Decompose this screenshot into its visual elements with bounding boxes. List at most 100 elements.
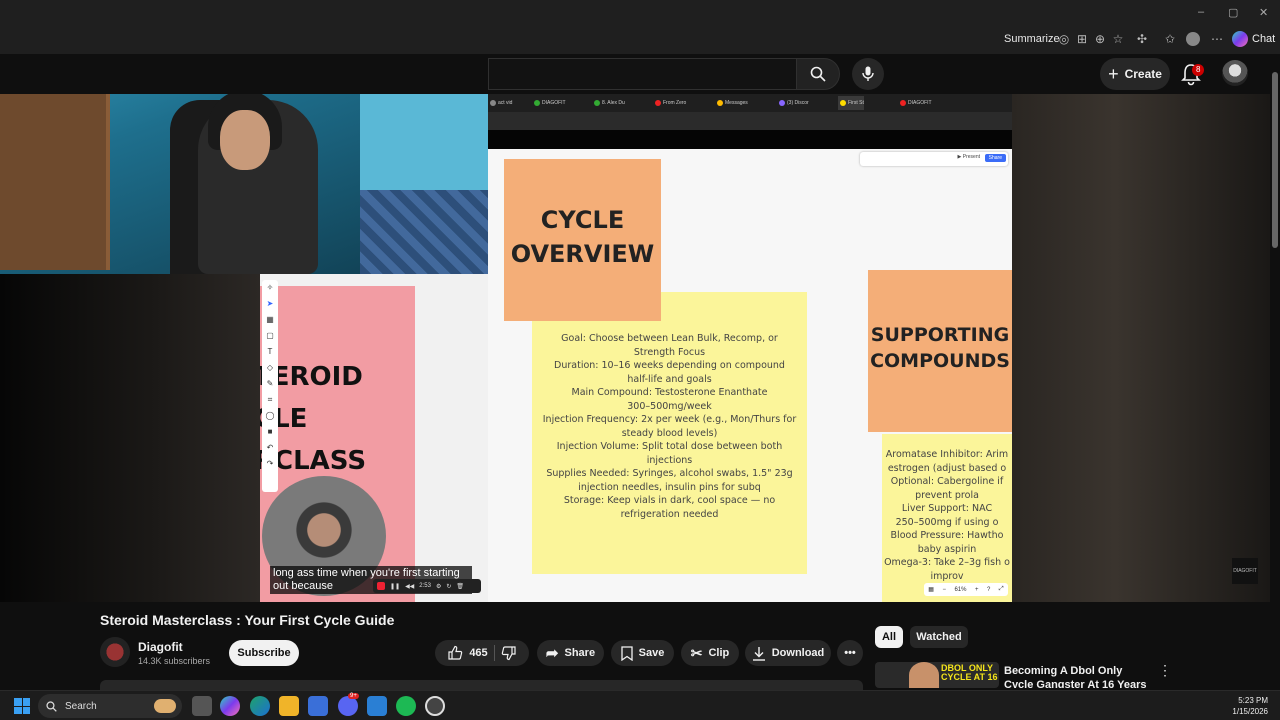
shapes-icon: ◇ bbox=[266, 363, 274, 372]
subscribe-button[interactable]: Subscribe bbox=[229, 640, 299, 666]
note-line: baby aspirin bbox=[917, 543, 977, 555]
restart-icon: ↻ bbox=[446, 583, 452, 590]
save-button[interactable]: Save bbox=[611, 640, 674, 666]
profile-avatar[interactable] bbox=[1186, 32, 1200, 46]
grid-icon: ■ bbox=[267, 427, 273, 436]
recommended-video-title[interactable]: Becoming A Dbol Only Cycle Gangster At 1… bbox=[1004, 664, 1154, 688]
pen-icon: ✎ bbox=[266, 379, 274, 388]
microphone-icon bbox=[862, 66, 874, 81]
zoom-icon[interactable]: ⊕ bbox=[1093, 32, 1107, 46]
recorded-tab-active: First St bbox=[838, 96, 864, 110]
minimap-icon: ▦ bbox=[928, 587, 934, 593]
recorded-browser-tabs: act vid DIAGOFIT 8. Alex Du From Zero Me… bbox=[488, 94, 1012, 112]
more-menu-icon[interactable]: ⋯ bbox=[1210, 32, 1224, 46]
close-window-button[interactable]: ✕ bbox=[1259, 6, 1268, 19]
search-input[interactable] bbox=[488, 58, 796, 90]
whiteboard-tool-palette: ✧ ➤ ▦ ▢ T ◇ ✎ ⌗ ◯ ■ ↶ ↷ bbox=[262, 280, 278, 492]
split-screen-icon[interactable]: ⊞ bbox=[1075, 32, 1089, 46]
more-vertical-icon[interactable]: ⋮ bbox=[1158, 662, 1172, 679]
recorded-tab: DIAGOFIT bbox=[898, 96, 932, 110]
account-avatar[interactable] bbox=[1222, 60, 1248, 86]
copilot-logo-icon bbox=[1232, 31, 1248, 47]
copilot-app-icon[interactable] bbox=[220, 696, 240, 716]
channel-watermark[interactable]: DIAGOFIT bbox=[1232, 558, 1258, 584]
summarize-button[interactable]: Summarize bbox=[1004, 33, 1060, 45]
description-box[interactable] bbox=[100, 680, 863, 690]
note-line: 300–500mg/week bbox=[627, 400, 712, 412]
clock[interactable]: 5:23 PM 1/15/2026 bbox=[1224, 695, 1268, 717]
magic-tool-icon: ✧ bbox=[266, 283, 274, 292]
note-title-line: SUPPORTING bbox=[870, 324, 1010, 346]
filter-chip-all[interactable]: All bbox=[875, 626, 903, 648]
share-arrow-icon: ➦ bbox=[545, 645, 559, 662]
redo-icon: ↷ bbox=[266, 459, 274, 468]
streamer-face bbox=[220, 110, 270, 170]
note-line: Optional: Cabergoline if bbox=[890, 476, 1004, 487]
recorded-tab: Messages bbox=[715, 96, 748, 110]
extensions-icon[interactable]: ✣ bbox=[1135, 32, 1149, 46]
video-background-right bbox=[1012, 94, 1270, 602]
video-player[interactable]: act vid DIAGOFIT 8. Alex Du From Zero Me… bbox=[0, 94, 1270, 602]
video-title: Steroid Masterclass : Your First Cycle G… bbox=[100, 612, 395, 628]
note-line: Liver Support: NAC bbox=[901, 503, 993, 514]
supporting-compounds-note: Aromatase Inhibitor: Arim estrogen (adju… bbox=[882, 434, 1012, 602]
note-line: injections bbox=[646, 454, 693, 466]
edge-browser-icon[interactable] bbox=[250, 696, 270, 716]
thumbs-down-icon[interactable] bbox=[501, 645, 517, 661]
scrollbar-thumb[interactable] bbox=[1272, 72, 1278, 248]
comment-icon: ◯ bbox=[265, 411, 275, 420]
more-horizontal-icon: ••• bbox=[844, 647, 856, 659]
minimize-button[interactable]: – bbox=[1198, 6, 1204, 18]
plus-icon: + bbox=[1108, 63, 1119, 84]
more-actions-button[interactable]: ••• bbox=[837, 640, 863, 666]
share-button[interactable]: ➦ Share bbox=[537, 640, 604, 666]
file-explorer-icon[interactable] bbox=[279, 696, 299, 716]
note-line: Main Compound: Testosterone Enanthate bbox=[571, 387, 768, 398]
windows-start-icon[interactable] bbox=[14, 698, 30, 714]
voice-search-button[interactable] bbox=[852, 58, 884, 90]
note-line: Injection Frequency: 2x per week (e.g., … bbox=[542, 414, 797, 425]
note-line: Omega-3: Take 2–3g fish o bbox=[884, 557, 1010, 568]
crop-icon: ⌗ bbox=[267, 395, 273, 404]
streamer-webcam bbox=[0, 94, 488, 274]
recorded-tab: 8. Alex Du bbox=[592, 96, 625, 110]
settings-icon: ⚙ bbox=[435, 583, 442, 590]
note-line: 250–500mg if using o bbox=[895, 516, 999, 528]
download-button[interactable]: Download bbox=[745, 640, 831, 666]
note-line: Goal: Choose between Lean Bulk, Recomp, … bbox=[561, 333, 778, 344]
discord-icon[interactable] bbox=[338, 696, 358, 716]
note-line: refrigeration needed bbox=[620, 508, 719, 520]
note-line: improv bbox=[930, 570, 964, 582]
maximize-button[interactable]: ▢ bbox=[1228, 6, 1238, 19]
search-highlight-icon bbox=[154, 699, 176, 713]
spotify-icon[interactable] bbox=[396, 696, 416, 716]
taskbar-search[interactable]: Search bbox=[38, 694, 182, 718]
recording-controls: ❚❚ ◀◀ 2:53 ⚙ ↻ 🗑 bbox=[373, 579, 481, 593]
cycle-overview-title-note-front: CYCLE OVERVIEW bbox=[504, 159, 661, 321]
note-line: Supplies Needed: Syringes, alcohol swabs… bbox=[546, 468, 793, 479]
page-scrollbar[interactable] bbox=[1270, 54, 1280, 690]
bookshelf bbox=[0, 94, 110, 270]
favorite-star-icon[interactable]: ☆ bbox=[1111, 32, 1125, 46]
thumbs-up-icon[interactable] bbox=[447, 645, 463, 661]
recommended-video-thumbnail[interactable]: DBOL ONLY CYCLE AT 16 bbox=[875, 662, 999, 688]
note-title-line: OVERVIEW bbox=[510, 240, 655, 268]
filter-chip-watched[interactable]: Watched bbox=[910, 626, 968, 648]
copilot-icon[interactable]: ◎ bbox=[1057, 32, 1071, 46]
favorites-icon[interactable]: ✩ bbox=[1163, 32, 1177, 46]
copilot-chat-button[interactable]: Chat bbox=[1232, 31, 1275, 47]
obs-studio-icon[interactable] bbox=[425, 696, 445, 716]
photo-editor-icon[interactable] bbox=[367, 696, 387, 716]
microsoft-store-icon[interactable] bbox=[308, 696, 328, 716]
like-dislike-group[interactable]: 465 bbox=[435, 640, 529, 666]
clip-button[interactable]: ✂ Clip bbox=[681, 640, 739, 666]
create-button[interactable]: + Create bbox=[1100, 58, 1170, 90]
search-button[interactable] bbox=[796, 58, 840, 90]
channel-name[interactable]: Diagofit bbox=[138, 640, 183, 654]
channel-avatar[interactable] bbox=[100, 637, 130, 667]
task-view-icon[interactable] bbox=[192, 696, 212, 716]
zoom-level: 61% bbox=[954, 586, 967, 593]
note-line: steady blood levels) bbox=[621, 427, 718, 439]
note-title-line: COMPOUNDS bbox=[870, 350, 1010, 372]
note-line: Injection Volume: Split total dose betwe… bbox=[556, 441, 783, 452]
